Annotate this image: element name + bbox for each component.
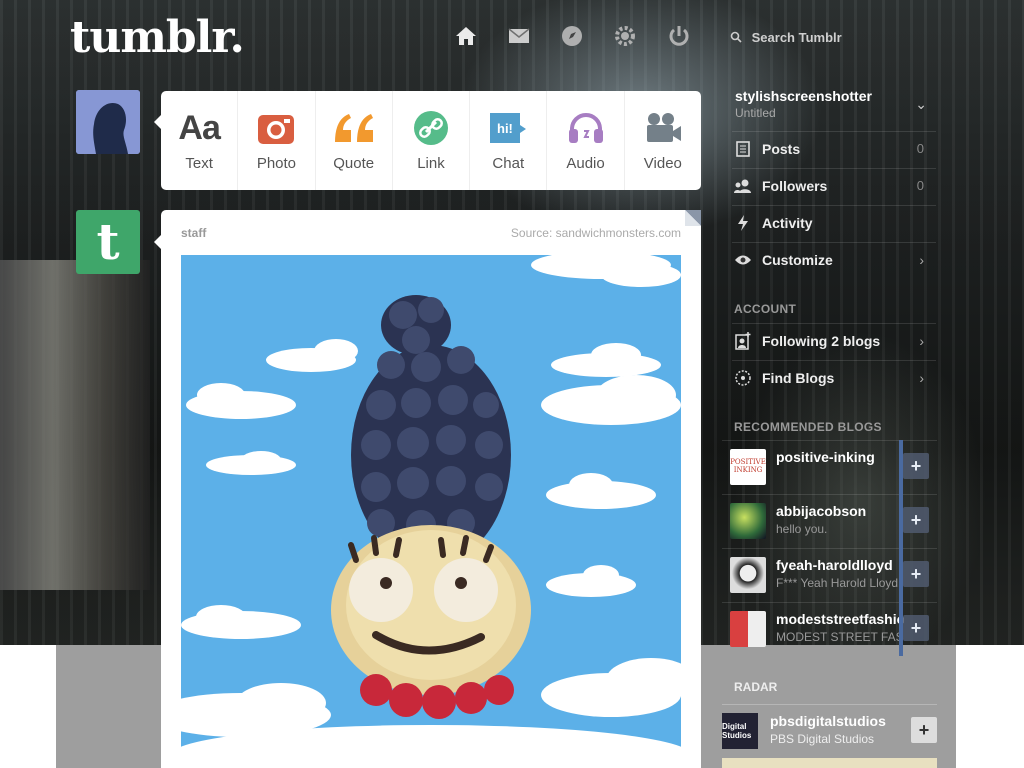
- blog-thumb: [730, 503, 766, 539]
- sidebar-item-find-blogs[interactable]: Find Blogs ›: [732, 360, 936, 394]
- post-type-label: Text: [185, 155, 213, 172]
- recommended-blog[interactable]: POSITIVE INKING positive-inking +: [722, 440, 937, 494]
- posts-count: 0: [916, 141, 924, 156]
- post-type-photo[interactable]: Photo: [238, 91, 316, 190]
- blog-desc: F*** Yeah Harold Lloyd: [776, 576, 899, 590]
- svg-text:hi!: hi!: [497, 121, 513, 136]
- post-type-text[interactable]: Aa Text: [161, 91, 239, 190]
- recommended-blog[interactable]: modeststreetfashion MODEST STREET FASHION…: [722, 602, 937, 656]
- follow-button[interactable]: +: [911, 717, 937, 743]
- chevron-right-icon: ›: [919, 369, 924, 386]
- post-type-label: Quote: [333, 155, 375, 172]
- sidebar-item-activity[interactable]: Activity: [732, 205, 936, 239]
- sidebar-item-label: Activity: [762, 214, 813, 231]
- sidebar-item-label: Following 2 blogs: [762, 332, 881, 349]
- chat-icon: hi!: [488, 109, 528, 147]
- search-input[interactable]: [751, 30, 922, 45]
- blog-desc: MODEST STREET FASHION: [776, 630, 904, 644]
- link-icon: [413, 109, 449, 147]
- quote-icon: [333, 109, 375, 147]
- home-icon[interactable]: [454, 24, 478, 48]
- follow-button[interactable]: +: [903, 453, 929, 479]
- followers-icon: [732, 179, 754, 193]
- blog-desc: PBS Digital Studios: [770, 732, 875, 746]
- sidebar-item-label: Find Blogs: [762, 369, 835, 386]
- radar-image[interactable]: [722, 758, 937, 768]
- text-icon: Aa: [178, 108, 220, 147]
- lightning-icon: [732, 214, 754, 231]
- followers-count: 0: [916, 178, 924, 193]
- blog-title: Untitled: [735, 106, 776, 120]
- recommended-heading: RECOMMENDED BLOGS: [734, 420, 882, 434]
- post-type-label: Audio: [566, 155, 605, 172]
- video-camera-icon: [644, 109, 682, 147]
- post-type-video[interactable]: Video: [625, 91, 701, 190]
- post-type-link[interactable]: Link: [393, 91, 471, 190]
- recommended-blog[interactable]: abbijacobson hello you. +: [722, 494, 937, 548]
- sidebar-item-customize[interactable]: Customize ›: [732, 242, 936, 276]
- chevron-down-icon[interactable]: ⌄: [915, 96, 927, 113]
- post-type-label: Photo: [256, 155, 297, 172]
- background-train: [0, 260, 150, 590]
- blog-name: modeststreetfashion: [776, 611, 904, 627]
- post-type-label: Video: [643, 155, 682, 172]
- blog-thumb: [730, 611, 766, 647]
- radar-blog[interactable]: Digital Studios pbsdigitalstudios PBS Dig…: [722, 704, 937, 754]
- post-type-bar: Aa Text Photo Quote Link hi! Chat Audio: [161, 91, 701, 190]
- current-blog[interactable]: stylishscreenshotter Untitled ⌄: [735, 88, 935, 120]
- blog-name: fyeah-haroldlloyd: [776, 557, 893, 573]
- blog-thumb: POSITIVE INKING: [730, 449, 766, 485]
- post-type-chat[interactable]: hi! Chat: [470, 91, 548, 190]
- sidebar-item-label: Followers: [762, 177, 828, 194]
- post-type-label: Chat: [492, 155, 525, 172]
- recommended-scrollbar[interactable]: [899, 440, 903, 656]
- compass-icon[interactable]: [560, 24, 584, 48]
- chevron-right-icon: ›: [919, 332, 924, 349]
- document-icon: [732, 140, 754, 157]
- account-heading: ACCOUNT: [734, 302, 797, 316]
- search-box[interactable]: [730, 30, 930, 48]
- following-icon: [732, 331, 754, 350]
- follow-button[interactable]: +: [903, 561, 929, 587]
- gear-icon[interactable]: [613, 24, 637, 48]
- mail-icon[interactable]: [507, 24, 531, 48]
- radar-heading: RADAR: [734, 680, 778, 694]
- post-photo[interactable]: [181, 255, 681, 755]
- blog-name: positive-inking: [776, 449, 875, 465]
- post-type-label: Link: [417, 155, 445, 172]
- blog-name: abbijacobson: [776, 503, 867, 519]
- radar-thumb-text: Digital Studios: [722, 722, 752, 740]
- follow-button[interactable]: +: [903, 507, 929, 533]
- radar-thumb: Digital Studios: [722, 713, 758, 749]
- sidebar-item-followers[interactable]: Followers 0: [732, 168, 936, 202]
- blog-name: pbsdigitalstudios: [770, 713, 886, 729]
- post-type-audio[interactable]: Audio: [547, 91, 625, 190]
- post-source[interactable]: Source: sandwichmonsters.com: [511, 226, 681, 240]
- post-author[interactable]: staff: [181, 226, 206, 240]
- camera-icon: [257, 109, 295, 147]
- post-type-quote[interactable]: Quote: [316, 91, 393, 190]
- staff-logo-t: t: [96, 212, 120, 271]
- staff-avatar[interactable]: t: [76, 210, 140, 274]
- user-avatar[interactable]: [76, 90, 140, 154]
- sidebar-item-label: Posts: [762, 140, 801, 157]
- blog-desc: hello you.: [776, 522, 828, 536]
- post-corner-fold[interactable]: [685, 210, 701, 226]
- search-icon: [730, 31, 742, 46]
- tumblr-logo[interactable]: tumblr.: [70, 12, 245, 63]
- headphones-icon: [567, 109, 605, 147]
- chevron-right-icon: ›: [919, 251, 924, 268]
- compass-icon: [732, 369, 754, 387]
- blog-thumb: [730, 557, 766, 593]
- recommended-blog[interactable]: fyeah-haroldlloyd F*** Yeah Harold Lloyd …: [722, 548, 937, 602]
- follow-button[interactable]: +: [903, 615, 929, 641]
- dashboard-post: staff Source: sandwichmonsters.com: [161, 210, 701, 768]
- sidebar-item-posts[interactable]: Posts 0: [732, 131, 936, 165]
- sidebar-item-following[interactable]: Following 2 blogs ›: [732, 323, 936, 357]
- power-icon[interactable]: [667, 24, 691, 48]
- blog-name: stylishscreenshotter: [735, 88, 872, 104]
- eye-icon: [732, 254, 754, 266]
- sidebar-item-label: Customize: [762, 251, 833, 268]
